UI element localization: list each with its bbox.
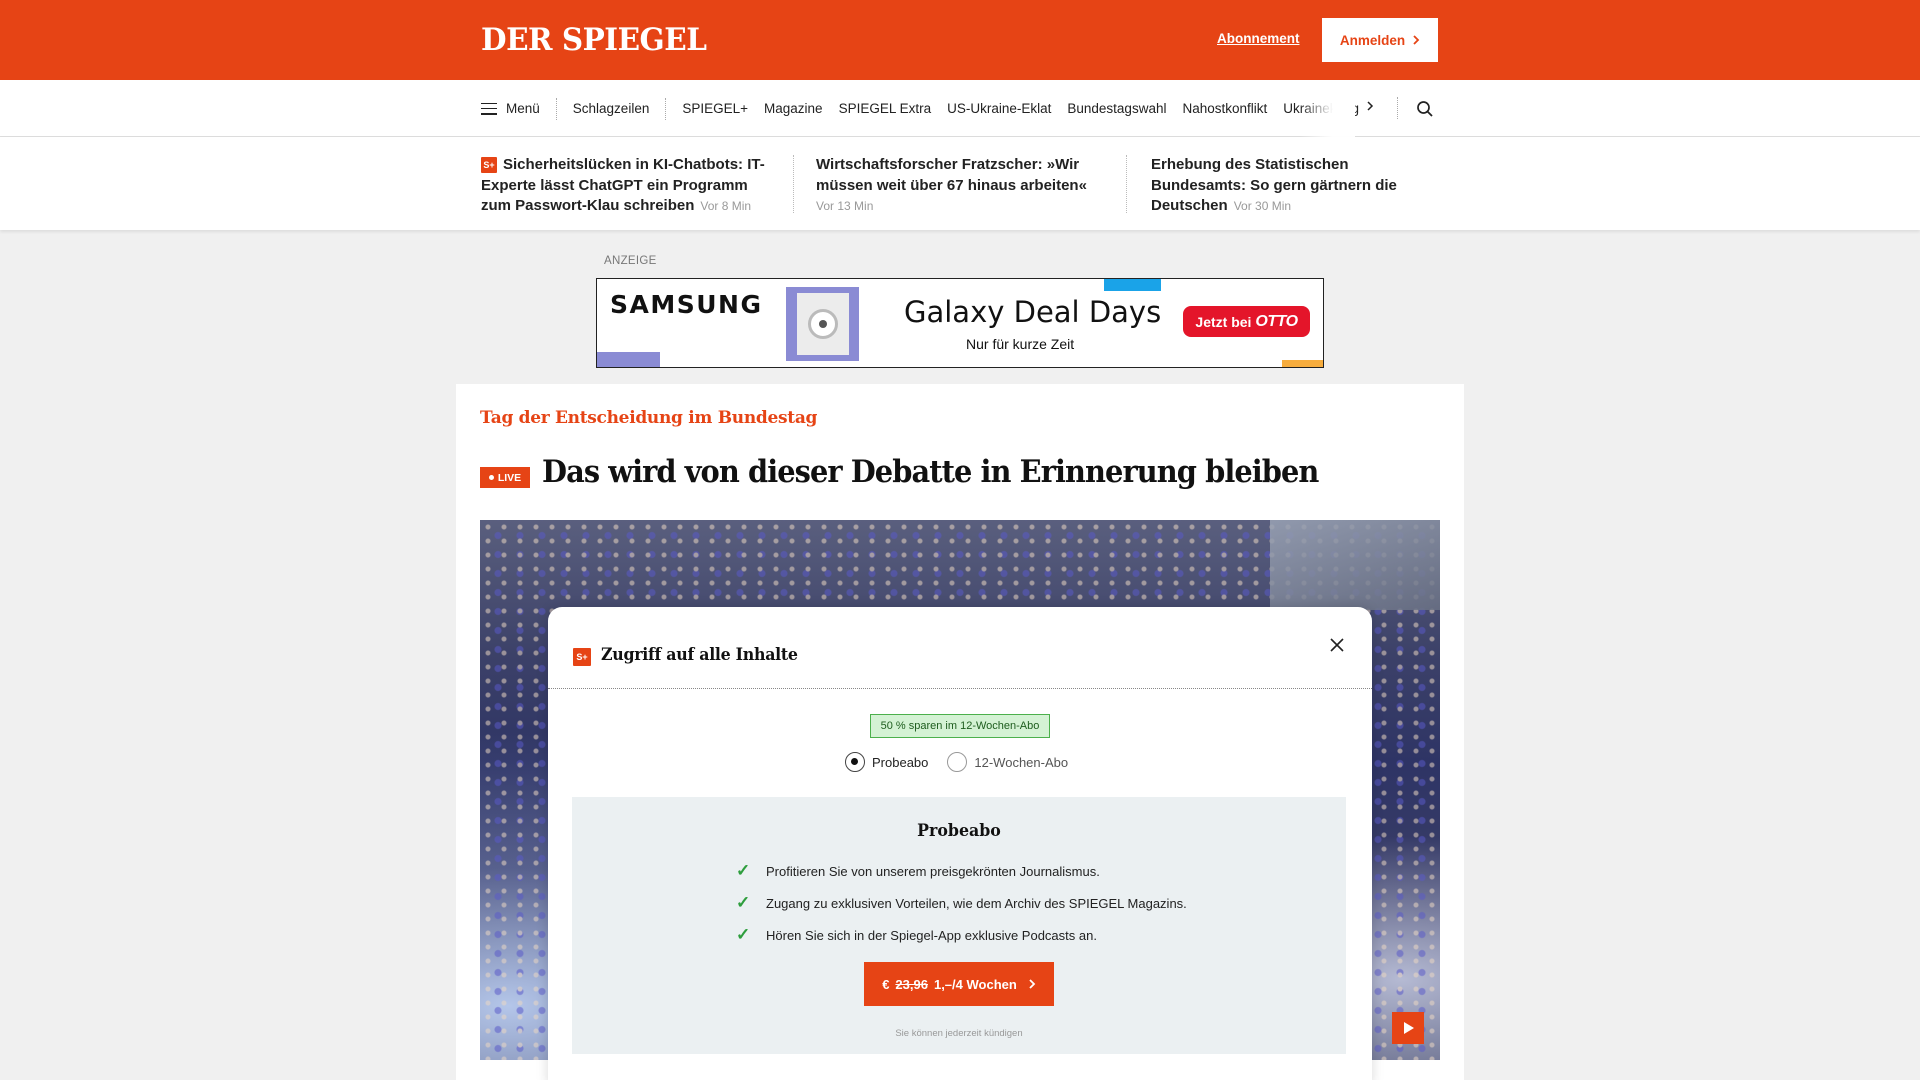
abonnement-link[interactable]: Abonnement [1217, 31, 1300, 46]
live-dot-icon [488, 475, 494, 480]
hamburger-menu-icon [481, 102, 497, 115]
spiegel-plus-icon: S+ [573, 648, 591, 666]
menu-button[interactable]: Menü [481, 101, 540, 116]
headline-teasers: S+ Sicherheitslücken in KI-Chatbots: IT-E… [0, 137, 1920, 230]
offer-title: Probeabo [917, 821, 1001, 841]
close-icon[interactable] [1326, 634, 1348, 656]
otto-logo: OTTO [1255, 312, 1298, 330]
ad-banner[interactable]: SAMSUNG Galaxy Deal Days Nur für kurze Z… [596, 278, 1324, 368]
nav-item-us-ukraine-eklat[interactable]: US-Ukraine-Eklat [947, 101, 1051, 116]
nav-item-schlagzeilen[interactable]: Schlagzeilen [573, 101, 650, 116]
teaser-item[interactable]: Wirtschaftsforscher Fratzscher: »Wir müs… [816, 155, 1106, 217]
chevron-right-icon [1413, 35, 1420, 45]
spiegel-plus-icon: S+ [481, 157, 497, 173]
subscription-modal: S+ Zugriff auf alle Inhalte 50 % sparen … [548, 607, 1372, 1080]
nav-divider [665, 97, 667, 120]
teaser-title: Wirtschaftsforscher Fratzscher: »Wir müs… [816, 156, 1087, 194]
teaser-time: Vor 13 Min [816, 199, 874, 213]
nav-divider [555, 97, 557, 120]
check-icon: ✓ [736, 925, 751, 944]
main-nav: Menü Schlagzeilen SPIEGEL+ Magazine SPIE… [0, 80, 1920, 137]
site-header: DER SPIEGEL Abonnement Anmelden [0, 0, 1920, 80]
live-badge: LIVE [480, 467, 530, 488]
nav-fade-overlay [1300, 80, 1355, 137]
radio-unchecked-icon [947, 752, 968, 772]
benefit-item: ✓ Profitieren Sie von unserem preisgekrön… [736, 855, 1187, 887]
benefit-text: Hören Sie sich in der Spiegel-App exklus… [766, 927, 1097, 943]
check-icon: ✓ [736, 861, 751, 880]
teaser-item[interactable]: Erhebung des Statistischen Bundesamts: S… [1151, 155, 1421, 217]
site-logo[interactable]: DER SPIEGEL [481, 22, 707, 58]
teaser-time: Vor 30 Min [1233, 199, 1292, 213]
ad-subtitle: Nur für kurze Zeit [966, 336, 1075, 352]
ad-product-image [786, 287, 859, 361]
teaser-divider [793, 155, 794, 213]
ad-decor-bar [1282, 360, 1323, 367]
ad-cta-label: Jetzt bei [1195, 313, 1252, 330]
plan-selector: Probeabo 12-Wochen-Abo [845, 752, 1087, 772]
check-icon: ✓ [736, 893, 751, 912]
search-icon[interactable] [1416, 100, 1434, 118]
cancel-note: Sie können jederzeit kündigen [895, 1028, 1023, 1039]
nav-item-spiegel-plus[interactable]: SPIEGEL+ [682, 101, 748, 116]
benefit-item: ✓ Zugang zu exklusiven Vorteilen, wie dem… [736, 887, 1187, 919]
modal-title: Zugriff auf alle Inhalte [601, 645, 798, 665]
menu-label: Menü [506, 101, 540, 116]
ad-decor-bar [597, 352, 660, 367]
ad-label: ANZEIGE [604, 255, 657, 267]
hero-image-window [1270, 520, 1440, 610]
nav-item-bundestagswahl[interactable]: Bundestagswahl [1067, 101, 1166, 116]
benefit-text: Zugang zu exklusiven Vorteilen, wie dem … [766, 895, 1187, 911]
teaser-time: Vor 8 Min [700, 199, 752, 213]
benefit-text: Profitieren Sie von unserem preisgekrönt… [766, 863, 1100, 879]
nav-item-magazine[interactable]: Magazine [764, 101, 823, 116]
login-button[interactable]: Anmelden [1322, 18, 1438, 62]
nav-item-spiegel-extra[interactable]: SPIEGEL Extra [839, 101, 932, 116]
smartwatch-image [796, 293, 849, 355]
benefit-item: ✓ Hören Sie sich in der Spiegel-App exklu… [736, 919, 1187, 951]
modal-header: S+ Zugriff auf alle Inhalte [548, 607, 1372, 689]
cta-old-price: 23,96 [895, 976, 928, 992]
ad-brand-logo: SAMSUNG [610, 290, 763, 319]
nav-divider [1397, 97, 1398, 119]
nav-scroll-chevron-icon[interactable] [1366, 100, 1374, 112]
ad-decor-bar [1104, 279, 1161, 291]
chevron-right-icon [1029, 979, 1036, 989]
radio-12-wochen-abo[interactable]: 12-Wochen-Abo [947, 752, 1068, 772]
teaser-item[interactable]: S+ Sicherheitslücken in KI-Chatbots: IT-E… [481, 155, 781, 217]
savings-badge: 50 % sparen im 12-Wochen-Abo [870, 714, 1050, 738]
radio-label: Probeabo [872, 754, 929, 770]
article-headline[interactable]: Das wird von dieser Debatte in Erinnerun… [542, 454, 1319, 490]
subscribe-button[interactable]: € 23,96 1,–/4 Wochen [864, 962, 1054, 1006]
nav-item-nahostkonflikt[interactable]: Nahostkonflikt [1182, 101, 1267, 116]
benefit-list: ✓ Profitieren Sie von unserem preisgekrön… [736, 855, 1187, 951]
radio-probeabo[interactable]: Probeabo [845, 752, 928, 772]
radio-label: 12-Wochen-Abo [974, 754, 1069, 770]
offer-panel: Probeabo ✓ Profitieren Sie von unserem pr… [572, 797, 1346, 1054]
cta-currency: € [882, 976, 890, 992]
login-button-label: Anmelden [1339, 32, 1406, 48]
ad-title: Galaxy Deal Days [904, 295, 1162, 329]
ad-cta-button[interactable]: Jetzt bei OTTO [1183, 306, 1310, 337]
cta-new-price: 1,–/4 Wochen [933, 976, 1017, 992]
live-label: LIVE [497, 471, 522, 484]
radio-checked-icon [845, 752, 865, 772]
article-kicker[interactable]: Tag der Entscheidung im Bundestag [480, 408, 817, 428]
play-icon[interactable] [1392, 1012, 1424, 1044]
teaser-divider [1126, 155, 1127, 213]
